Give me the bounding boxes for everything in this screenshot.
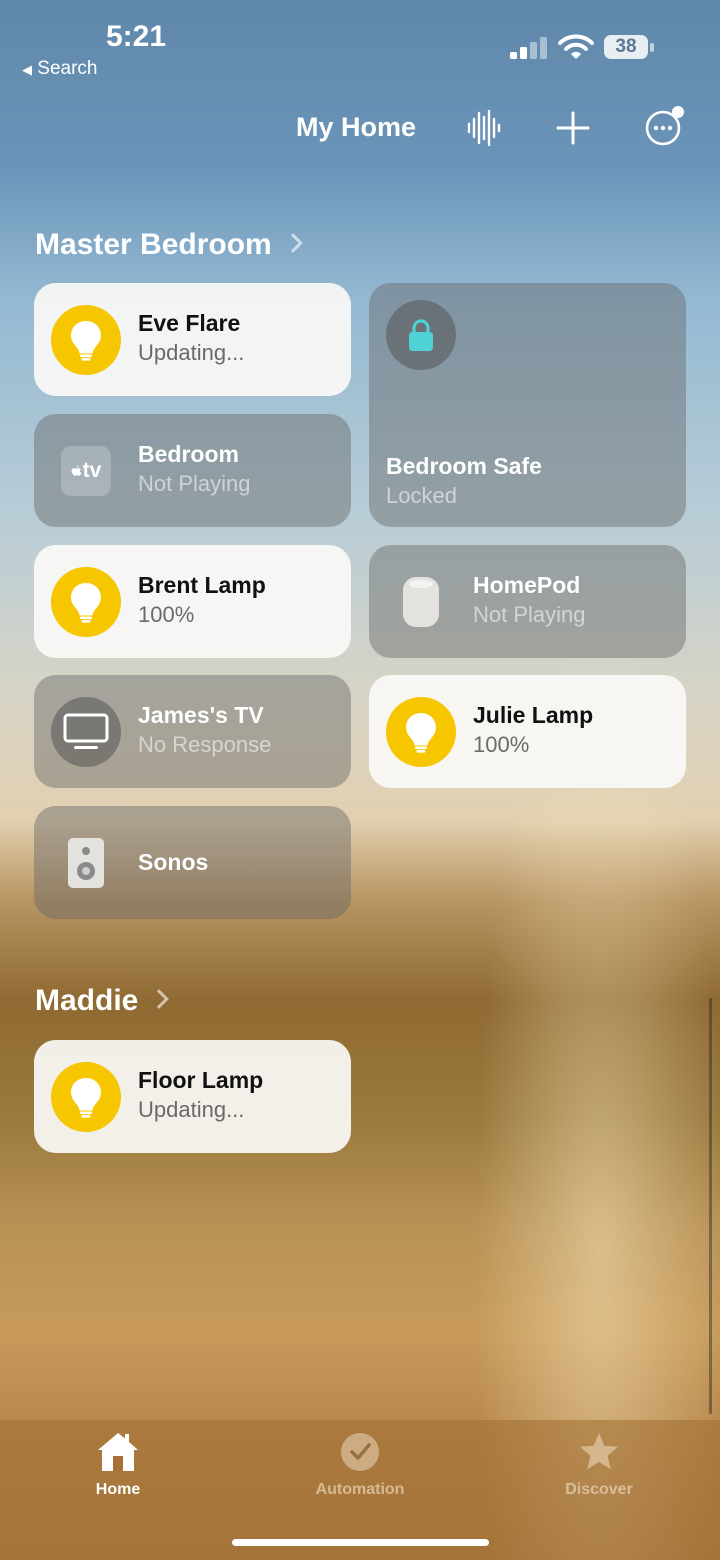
tile-name: James's TV xyxy=(138,702,264,728)
section-title: Master Bedroom xyxy=(35,228,272,261)
chevron-right-icon xyxy=(149,989,170,1009)
tile-name: HomePod xyxy=(473,572,581,598)
accessory-tile-julie-lamp[interactable]: Julie Lamp 100% xyxy=(369,675,686,788)
accessory-tile-eve-flare[interactable]: Eve Flare Updating... xyxy=(34,283,351,396)
wifi-icon xyxy=(558,34,594,59)
section-title: Maddie xyxy=(35,984,139,1017)
tile-status: 100% xyxy=(138,602,195,627)
section-header-maddie[interactable]: Maddie xyxy=(35,984,170,1018)
back-arrow-icon: ◀ xyxy=(22,62,32,77)
tile-name: Floor Lamp xyxy=(138,1067,264,1093)
more-button[interactable] xyxy=(643,104,687,148)
accessory-tile-brent-lamp[interactable]: Brent Lamp 100% xyxy=(34,545,351,658)
lightbulb-icon[interactable] xyxy=(51,1062,121,1132)
tab-discover[interactable]: Discover xyxy=(519,1420,679,1520)
accessory-tile-sonos[interactable]: Sonos xyxy=(34,806,351,919)
tile-name: Sonos xyxy=(138,849,209,875)
tab-automation[interactable]: Automation xyxy=(280,1420,440,1520)
add-button[interactable] xyxy=(553,108,593,148)
accessory-tile-homepod[interactable]: HomePod Not Playing xyxy=(369,545,686,658)
status-time: 5:21 xyxy=(106,20,167,53)
homepod-icon[interactable] xyxy=(386,567,456,637)
section-header-master-bedroom[interactable]: Master Bedroom xyxy=(35,228,303,262)
scroll-indicator[interactable] xyxy=(709,998,712,1414)
tile-name: Julie Lamp xyxy=(473,702,594,728)
tile-status: Locked xyxy=(386,483,457,508)
star-icon xyxy=(580,1433,618,1470)
automation-icon xyxy=(341,1433,379,1471)
home-indicator[interactable] xyxy=(232,1539,489,1546)
tile-status: Updating... xyxy=(138,1097,245,1122)
cellular-signal-icon xyxy=(510,37,547,59)
more-icon xyxy=(645,106,684,146)
tile-name: Brent Lamp xyxy=(138,572,266,598)
tile-status: Not Playing xyxy=(138,471,251,496)
nav-bar: My Home xyxy=(0,90,720,164)
lightbulb-icon[interactable] xyxy=(51,305,121,375)
back-to-search[interactable]: ◀ Search xyxy=(22,58,97,80)
status-bar: 5:21 ◀ Search 38 xyxy=(0,0,720,90)
tile-name: Bedroom Safe xyxy=(386,453,542,479)
tile-status: No Response xyxy=(138,732,272,757)
tab-label: Discover xyxy=(565,1481,633,1498)
tab-home[interactable]: Home xyxy=(38,1420,198,1520)
tile-status: Not Playing xyxy=(473,602,586,627)
speaker-icon[interactable] xyxy=(51,828,121,898)
accessory-tile-bedroom-tv[interactable]: tv Bedroom Not Playing xyxy=(34,414,351,527)
tab-label: Automation xyxy=(315,1481,405,1498)
tile-name: Bedroom xyxy=(138,441,239,467)
lightbulb-icon[interactable] xyxy=(51,567,121,637)
house-icon xyxy=(98,1433,138,1471)
voice-waveform-icon[interactable] xyxy=(463,108,503,148)
battery-level: 38 xyxy=(604,35,648,59)
apple-tv-icon[interactable]: tv xyxy=(51,436,121,506)
accessory-tile-floor-lamp[interactable]: Floor Lamp Updating... xyxy=(34,1040,351,1153)
chevron-right-icon xyxy=(282,233,303,253)
plus-icon xyxy=(556,111,590,145)
accessory-tile-bedroom-safe[interactable]: Bedroom Safe Locked xyxy=(369,283,686,527)
tile-name: Eve Flare xyxy=(138,310,241,336)
back-label: Search xyxy=(37,58,98,79)
tile-status: Updating... xyxy=(138,340,245,365)
tv-icon[interactable] xyxy=(51,697,121,767)
lock-icon[interactable] xyxy=(386,300,456,370)
battery-indicator: 38 xyxy=(604,35,654,61)
accessory-tile-james-tv[interactable]: James's TV No Response xyxy=(34,675,351,788)
lightbulb-icon[interactable] xyxy=(386,697,456,767)
tile-status: 100% xyxy=(473,732,530,757)
home-title[interactable]: My Home xyxy=(296,112,416,143)
tab-label: Home xyxy=(95,1481,141,1498)
